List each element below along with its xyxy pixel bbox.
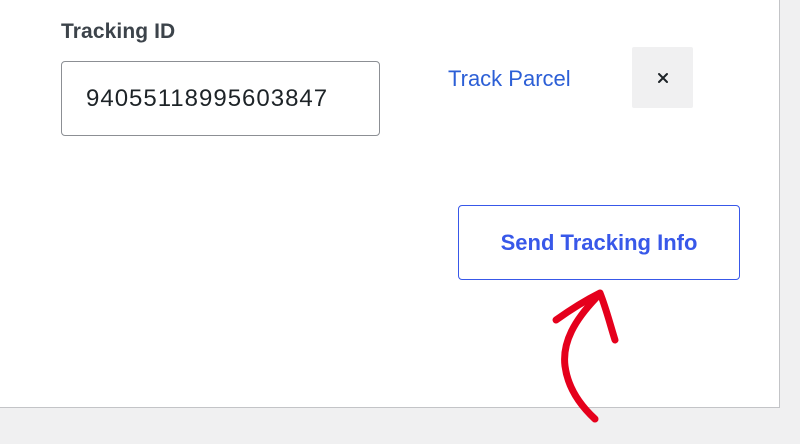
track-parcel-link[interactable]: Track Parcel (448, 66, 571, 92)
remove-button[interactable] (632, 47, 693, 108)
tracking-id-input[interactable] (61, 61, 380, 136)
hand-drawn-arrow-icon (552, 289, 619, 423)
tracking-panel: Tracking ID Track Parcel Send Tracking I… (0, 0, 780, 408)
send-tracking-info-button[interactable]: Send Tracking Info (458, 205, 740, 280)
close-icon (657, 72, 669, 84)
tracking-id-label: Tracking ID (61, 20, 176, 43)
